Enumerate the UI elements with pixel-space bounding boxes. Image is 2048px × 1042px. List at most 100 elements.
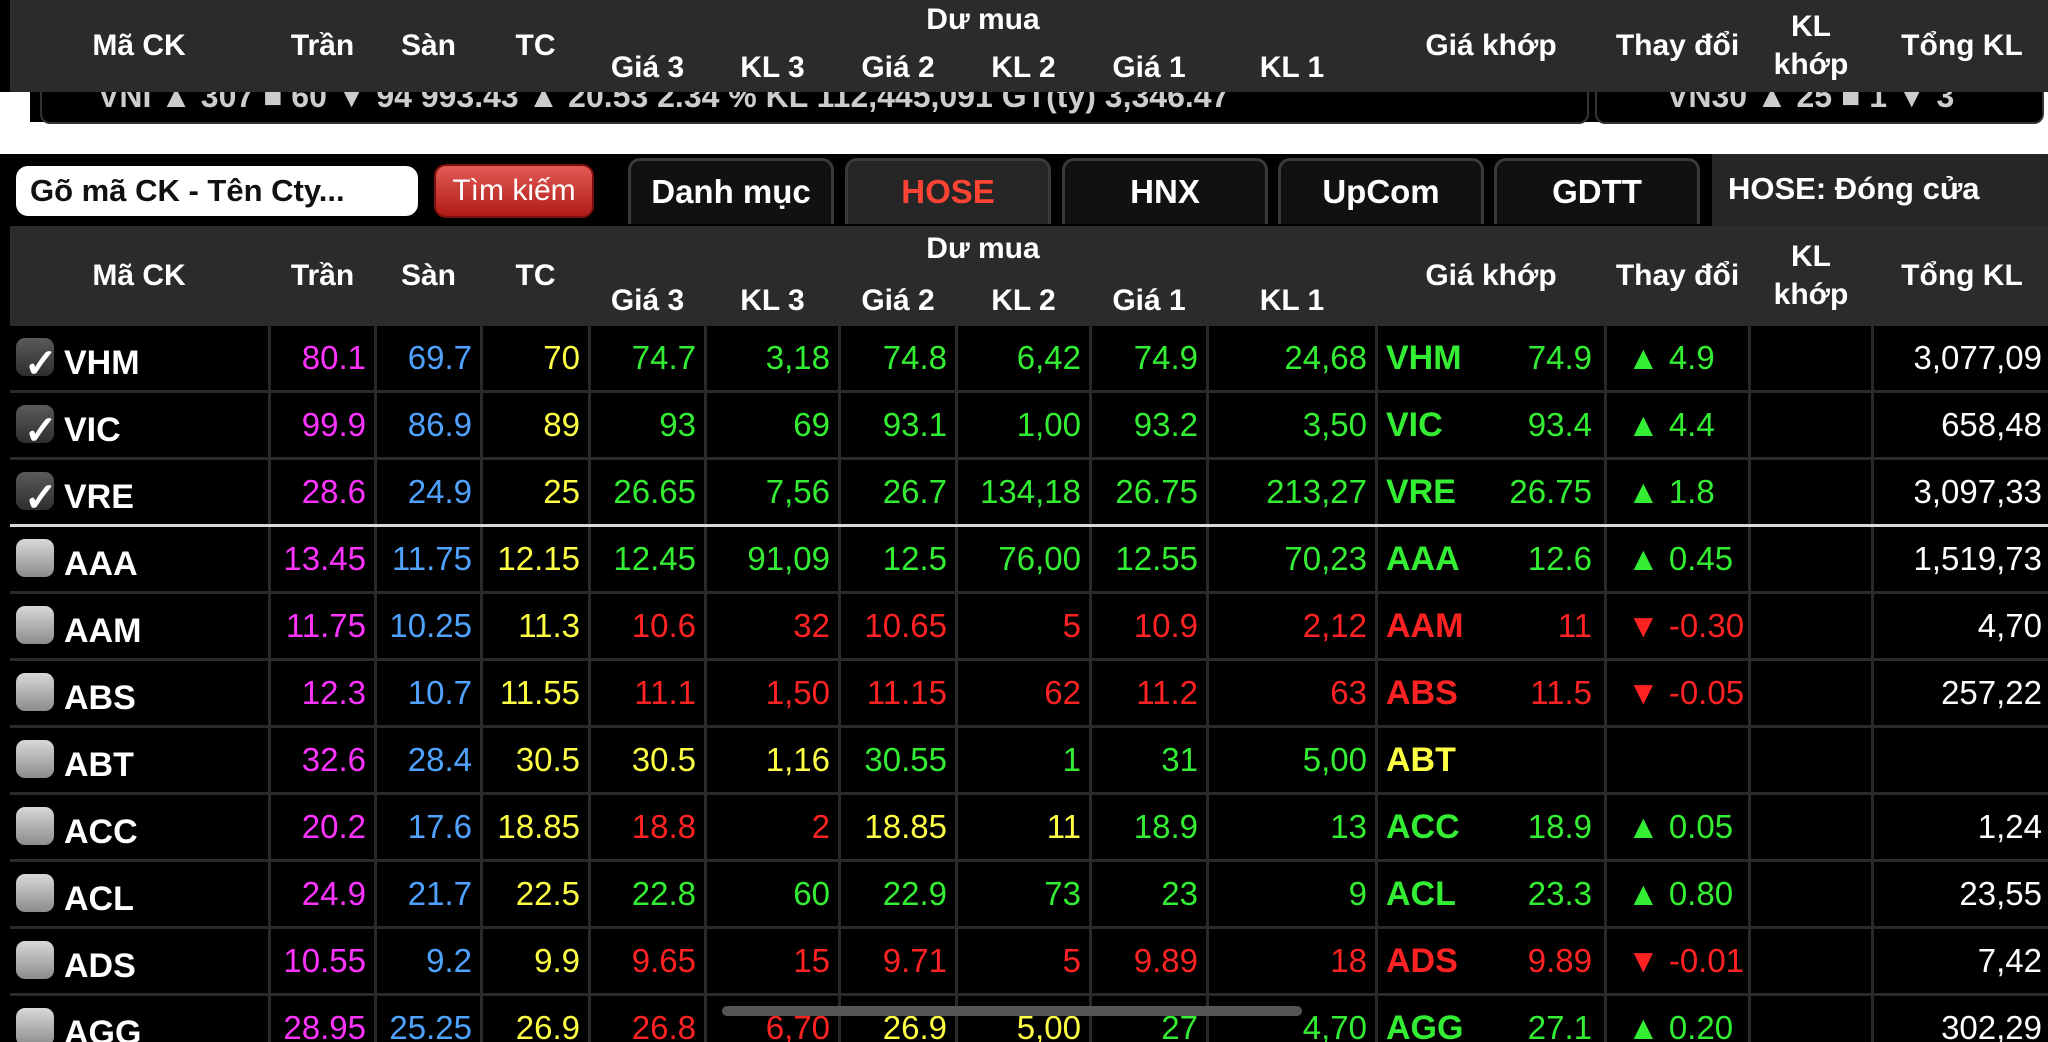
bid-volume-3: 60 <box>793 875 830 912</box>
bid-volume-1: 2,12 <box>1302 607 1367 644</box>
checkbox[interactable] <box>16 1008 54 1042</box>
bid-volume-1: 4,70 <box>1302 1009 1367 1042</box>
matched-symbol: AGG <box>1386 1009 1464 1042</box>
table-row[interactable]: AAM 11.75 10.25 11.3 10.6 32 10.65 5 10.9 2,12 AAM… <box>10 594 2048 661</box>
bid-price-1: 10.9 <box>1133 607 1198 644</box>
checkbox[interactable] <box>16 941 54 979</box>
floor-price: 11.75 <box>391 540 472 577</box>
bid-volume-3: 6,70 <box>765 1009 830 1042</box>
col-san: Sàn <box>377 226 480 326</box>
tab-hnx[interactable]: HNX <box>1062 158 1268 224</box>
tab-danh-muc[interactable]: Danh mục <box>628 158 834 224</box>
bid-price-2: 26.7 <box>882 473 947 510</box>
bid-volume-1: 18 <box>1330 942 1367 979</box>
table-row[interactable]: ✓ VHM 80.1 69.7 70 74.7 3,18 74.8 6,42 74.9 24,68 V… <box>10 326 2048 393</box>
checkbox-checked[interactable]: ✓ <box>16 338 58 384</box>
bid-price-1: 74.9 <box>1133 339 1198 376</box>
bid-volume-1: 213,27 <box>1266 473 1367 510</box>
stock-symbol[interactable]: ABT <box>64 732 134 796</box>
stock-symbol[interactable]: AGG <box>64 1000 141 1042</box>
stock-symbol[interactable]: VIC <box>64 397 121 461</box>
checkbox[interactable] <box>16 606 54 644</box>
col-kl1: KL 1 <box>1209 275 1375 326</box>
price-change: ▲ 0.80 <box>1627 875 1734 912</box>
ceiling-price: 11.75 <box>285 607 366 644</box>
bid-price-3: 26.8 <box>631 1009 696 1042</box>
vn30-strip: VN30 ▲ 25 ■ 1 ▼ 3 <box>1595 92 2044 124</box>
bid-volume-3: 91,09 <box>747 540 830 577</box>
price-change: ▼ -0.30 <box>1627 607 1745 644</box>
col-gia-khop: Giá khớp <box>1378 0 1604 92</box>
bid-price-2: 12.5 <box>882 540 947 577</box>
ceiling-price: 32.6 <box>301 741 366 778</box>
checkbox[interactable] <box>16 874 54 912</box>
total-volume: 658,48 <box>1941 406 2042 443</box>
price-change <box>1607 728 1748 792</box>
bid-volume-2: 73 <box>1044 875 1081 912</box>
checkbox[interactable] <box>16 807 54 845</box>
toolbar: Gõ mã CK - Tên Cty... Tìm kiếm Danh mục … <box>0 154 2048 226</box>
total-volume: 3,077,09 <box>1913 339 2042 376</box>
table-row[interactable]: ✓ VRE 28.6 24.9 25 26.65 7,56 26.7 134,18 26.75 21… <box>10 460 2048 528</box>
table-row[interactable]: ABS 12.3 10.7 11.55 11.1 1,50 11.15 62 11.2 63 ABS… <box>10 661 2048 728</box>
stock-symbol[interactable]: ACC <box>64 799 138 863</box>
table-row[interactable]: ADS 10.55 9.2 9.9 9.65 15 9.71 5 9.89 18 ADS 9.89 ▼ … <box>10 929 2048 996</box>
bid-volume-3: 1,16 <box>765 741 830 778</box>
tab-gdtt[interactable]: GDTT <box>1494 158 1700 224</box>
tab-hose[interactable]: HOSE <box>845 158 1051 224</box>
bid-price-1: 26.75 <box>1115 473 1198 510</box>
table-row[interactable]: AAA 13.45 11.75 12.15 12.45 91,09 12.5 76,00 12.… <box>10 527 2048 594</box>
col-kl-khop: KL khớp <box>1751 226 1871 326</box>
table-row[interactable]: ACC 20.2 17.6 18.85 18.8 2 18.85 11 18.9 13 ACC 18.… <box>10 795 2048 862</box>
bid-price-2: 30.55 <box>864 741 947 778</box>
bid-price-1: 23 <box>1161 875 1198 912</box>
bid-volume-2: 76,00 <box>998 540 1081 577</box>
matched-symbol: ABS <box>1386 674 1458 712</box>
matched-symbol: AAM <box>1386 607 1464 645</box>
vnindex-strip-text: VNI ▲ 307 ■ 60 ▼ 94 993.43 ▲ 20.53 2.34 … <box>98 92 1230 114</box>
ceiling-price: 80.1 <box>301 339 366 376</box>
table-row[interactable]: AGG 28.95 25.25 26.9 26.8 6,70 26.9 5,00 27 4,70 A… <box>10 996 2048 1042</box>
search-button[interactable]: Tìm kiếm <box>434 164 594 218</box>
floor-price: 21.7 <box>407 875 472 912</box>
ceiling-price: 99.9 <box>301 406 366 443</box>
col-gia3: Giá 3 <box>591 275 704 326</box>
checkbox-checked[interactable]: ✓ <box>16 472 58 518</box>
bid-volume-2: 6,42 <box>1016 339 1081 376</box>
stock-symbol[interactable]: VRE <box>64 464 134 528</box>
col-tong-kl: Tổng KL <box>1874 226 2048 326</box>
bid-price-2: 18.85 <box>864 808 947 845</box>
bid-volume-2: 5 <box>1062 942 1081 979</box>
stock-symbol[interactable]: ADS <box>64 933 136 997</box>
stock-symbol[interactable]: AAM <box>64 598 141 662</box>
checkbox[interactable] <box>16 673 54 711</box>
checkbox[interactable] <box>16 740 54 778</box>
tab-upcom[interactable]: UpCom <box>1278 158 1484 224</box>
price-change: ▲ 4.9 <box>1627 339 1715 376</box>
floor-price: 9.2 <box>426 942 472 979</box>
matched-symbol: ABT <box>1386 741 1456 779</box>
checkbox-checked[interactable]: ✓ <box>16 405 58 451</box>
total-volume: 23,55 <box>1959 875 2042 912</box>
table-row[interactable]: ✓ VIC 99.9 86.9 89 93 69 93.1 1,00 93.2 3,50 VIC 93.… <box>10 393 2048 460</box>
matched-price: 26.75 <box>1509 473 1592 510</box>
table-row[interactable]: ACL 24.9 21.7 22.5 22.8 60 22.9 73 23 9 ACL 23.3 ▲ 0… <box>10 862 2048 929</box>
col-thay-doi: Thay đổi <box>1607 226 1748 326</box>
checkbox[interactable] <box>16 539 54 577</box>
col-ma-ck: Mã CK <box>10 0 268 92</box>
column-header: Mã CK Trần Sàn TC Dư mua Giá 3 KL 3 Giá … <box>10 226 2048 326</box>
floor-price: 24.9 <box>407 473 472 510</box>
floor-price: 10.25 <box>389 607 472 644</box>
matched-volume <box>1751 460 1871 524</box>
search-input[interactable]: Gõ mã CK - Tên Cty... <box>16 166 418 216</box>
reference-price: 22.5 <box>515 875 580 912</box>
stock-symbol[interactable]: VHM <box>64 330 140 394</box>
stock-symbol[interactable]: AAA <box>64 531 138 595</box>
col-tran: Trần <box>271 226 374 326</box>
floor-price: 69.7 <box>407 339 472 376</box>
stock-symbol[interactable]: ABS <box>64 665 136 729</box>
table-row[interactable]: ABT 32.6 28.4 30.5 30.5 1,16 30.55 1 31 5,00 ABT <box>10 728 2048 795</box>
home-indicator[interactable] <box>722 1006 1302 1016</box>
bid-price-2: 74.8 <box>882 339 947 376</box>
stock-symbol[interactable]: ACL <box>64 866 134 930</box>
